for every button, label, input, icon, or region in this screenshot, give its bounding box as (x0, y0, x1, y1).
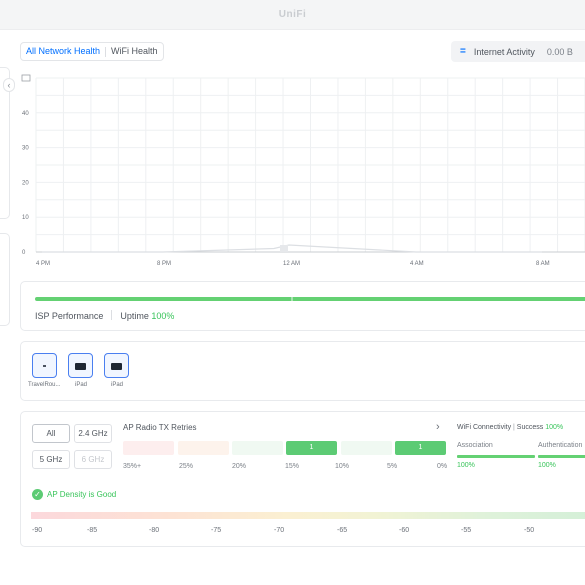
internet-activity-value: 0.00 B (546, 46, 573, 57)
chart-legend-icon (21, 74, 31, 82)
retry-bin-label: 20% (232, 463, 247, 470)
dbm-tick: -85 (87, 527, 98, 534)
band-2-4ghz-button[interactable]: 2.4 GHz (74, 424, 112, 443)
wifi-connectivity-header: WiFi Connectivity | Success 100% (457, 424, 563, 431)
dbm-tick: -90 (32, 527, 43, 534)
band-5ghz-button[interactable]: 5 GHz (32, 450, 70, 469)
tx-retries-title: AP Radio TX Retries (123, 423, 197, 432)
health-tabs: All Network Health WiFi Health (20, 42, 164, 61)
y-tick-label: 10 (22, 215, 29, 221)
ap-density-label: AP Density is Good (47, 490, 117, 499)
device-tile-travelrouter[interactable] (32, 353, 57, 378)
retry-bar-20 (232, 441, 283, 455)
chevron-right-icon[interactable]: › (436, 421, 440, 433)
y-tick-label: 20 (22, 180, 29, 186)
isp-label-row: ISP Performance Uptime 100% (35, 310, 174, 321)
app-title: UniFi (278, 9, 307, 20)
client-devices-card: TravelRou... iPad iPad (20, 341, 585, 401)
device-label: iPad (111, 382, 124, 388)
authentication-bar (538, 455, 585, 458)
authentication-value: 100% (538, 462, 556, 469)
device-tile-ipad-1[interactable] (68, 353, 93, 378)
band-all-button[interactable]: All (32, 424, 70, 443)
retry-bar-10 (341, 441, 392, 455)
band-6ghz-button[interactable]: 6 GHz (74, 450, 112, 469)
radio-health-card: All 2.4 GHz 5 GHz 6 GHz AP Radio TX Retr… (20, 411, 585, 547)
x-tick-label: 8 PM (157, 261, 171, 267)
retry-bin-label: 35%+ (123, 463, 142, 470)
y-tick-label: 40 (22, 111, 29, 117)
collapsed-side-card-2 (0, 233, 10, 326)
association-label: Association (457, 442, 493, 449)
y-tick-label: 30 (22, 146, 29, 152)
dbm-tick: -70 (274, 527, 285, 534)
dbm-tick: -55 (461, 527, 472, 534)
isp-performance-label: ISP Performance (35, 311, 104, 321)
retry-bar-35 (123, 441, 174, 455)
wifi-connectivity-label: WiFi Connectivity (457, 424, 512, 431)
uptime-bar-marker (291, 297, 293, 301)
activity-chart: 40 30 20 10 0 4 PM 8 PM 12 AM 4 AM 8 AM (21, 74, 585, 267)
series-line (42, 244, 542, 253)
x-tick-label: 8 AM (536, 261, 550, 267)
series-bar (280, 245, 288, 252)
chevron-left-icon[interactable]: ‹ (3, 78, 15, 92)
tablet-icon (75, 363, 86, 370)
retry-bin-label: 5% (387, 463, 398, 470)
equals-icon: = (460, 46, 466, 57)
dbm-tick: -75 (211, 527, 222, 534)
retry-bin-label: 10% (335, 463, 350, 470)
retry-bar-15: 1 (286, 441, 337, 455)
association-value: 100% (457, 462, 475, 469)
x-tick-label: 4 PM (36, 261, 50, 267)
x-tick-label: 12 AM (283, 261, 300, 267)
top-bar: UniFi (0, 0, 585, 30)
signal-strength-gradient (31, 512, 585, 519)
device-label: iPad (75, 382, 88, 388)
device-tile-ipad-2[interactable] (104, 353, 129, 378)
association-bar (457, 455, 535, 458)
check-circle-icon: ✓ (32, 489, 43, 500)
isp-performance-card: ISP Performance Uptime 100% (20, 281, 585, 331)
success-value: 100% (545, 424, 564, 431)
ap-density-status: ✓ AP Density is Good (32, 489, 116, 500)
authentication-label: Authentication (538, 442, 583, 449)
retry-bar-25 (178, 441, 229, 455)
internet-activity-label: Internet Activity (473, 46, 535, 57)
retry-bin-label: 0% (437, 463, 448, 470)
retry-bin-label: 25% (179, 463, 194, 470)
y-tick-label: 0 (22, 250, 26, 256)
dbm-tick: -50 (524, 527, 535, 534)
retry-bin-label: 15% (285, 463, 300, 470)
success-label: Success (516, 424, 544, 431)
uptime-value: 100% (151, 311, 175, 321)
uptime-bar (35, 297, 585, 301)
x-tick-label: 4 AM (410, 261, 424, 267)
dbm-tick: -80 (149, 527, 160, 534)
tab-wifi-health[interactable]: WiFi Health (106, 43, 163, 60)
uptime-label: Uptime (120, 311, 149, 321)
tab-all-network-health[interactable]: All Network Health (21, 43, 105, 60)
dbm-tick: -60 (399, 527, 410, 534)
device-label: TravelRou... (28, 382, 61, 388)
retry-bar-5: 1 (395, 441, 446, 455)
tablet-icon (111, 363, 122, 370)
label-divider (111, 310, 113, 320)
router-icon (43, 365, 46, 367)
dbm-tick: -65 (337, 527, 348, 534)
internet-activity-button[interactable]: = Internet Activity 0.00 B (451, 41, 585, 62)
